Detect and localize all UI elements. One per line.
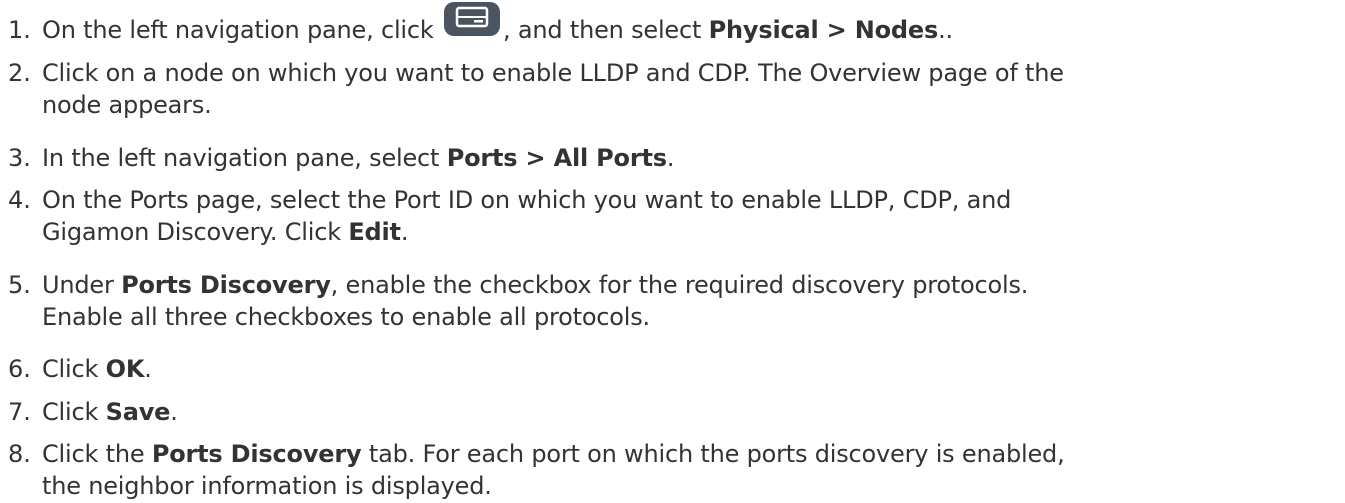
step-text: On the left navigation pane, click , and… bbox=[42, 2, 1342, 46]
step-text-pre: Click the bbox=[42, 440, 152, 468]
step-text: On the Ports page, select the Port ID on… bbox=[42, 184, 1342, 248]
step-text-line2: Gigamon Discovery. Click Edit. bbox=[42, 216, 1342, 248]
step-text-mid: , and then select bbox=[503, 16, 709, 44]
step-text: Click the Ports Discovery tab. For each … bbox=[42, 438, 1342, 502]
step-text-line2: Enable all three checkboxes to enable al… bbox=[42, 303, 650, 331]
step-text: Under Ports Discovery, enable the checkb… bbox=[42, 269, 1342, 333]
step-text-bold: Ports Discovery bbox=[151, 440, 362, 468]
step-number: 4. bbox=[8, 186, 31, 214]
step-text: Click Save. bbox=[42, 396, 1342, 428]
step-text-bold: Edit bbox=[348, 218, 401, 246]
step-text-post: . bbox=[666, 144, 675, 172]
step-number: 6. bbox=[8, 355, 31, 383]
step-text-bold: Save bbox=[105, 398, 171, 426]
step-text-line2: node appears. bbox=[42, 91, 212, 119]
step-text-bold: OK bbox=[105, 355, 145, 383]
step-text-bold: Ports > All Ports bbox=[446, 144, 667, 172]
step-number: 5. bbox=[8, 271, 31, 299]
step-text-pre: Click bbox=[42, 355, 106, 383]
step-text-line2: the neighbor information is displayed. bbox=[42, 472, 492, 500]
server-icon bbox=[443, 2, 501, 44]
step-text-line1: On the Ports page, select the Port ID on… bbox=[42, 186, 1012, 214]
step-text-post: tab. For each port on which the ports di… bbox=[361, 440, 1065, 468]
step-text-pre: On the left navigation pane, click bbox=[42, 16, 434, 44]
server-icon-graphic bbox=[444, 2, 501, 36]
step-text-post: , enable the checkbox for the required d… bbox=[330, 271, 1029, 299]
step-text-pre: Gigamon Discovery. Click bbox=[42, 218, 349, 246]
step-text-pre: In the left navigation pane, select bbox=[42, 144, 447, 172]
step-text: In the left navigation pane, select Port… bbox=[42, 142, 1342, 174]
step-text-line1: Click on a node on which you want to ena… bbox=[42, 59, 1064, 87]
step-text-post: . bbox=[400, 218, 409, 246]
step-number: 7. bbox=[8, 398, 31, 426]
step-text-line1: Click the Ports Discovery tab. For each … bbox=[42, 438, 1342, 470]
step-number: 8. bbox=[8, 440, 31, 468]
step-text-post: . bbox=[170, 398, 178, 426]
step-number: 1. bbox=[8, 16, 31, 44]
step-text-pre: Under bbox=[42, 271, 122, 299]
step-number: 2. bbox=[8, 59, 31, 87]
step-text: Click on a node on which you want to ena… bbox=[42, 57, 1342, 121]
step-text: Click OK. bbox=[42, 353, 1342, 385]
step-text-post: .. bbox=[938, 16, 953, 44]
step-text-post: . bbox=[144, 355, 152, 383]
step-text-pre: Click bbox=[42, 398, 106, 426]
step-text-bold: Ports Discovery bbox=[121, 271, 331, 299]
step-number: 3. bbox=[8, 144, 31, 172]
step-text-bold: Physical > Nodes bbox=[708, 16, 939, 44]
step-text-line1: Under Ports Discovery, enable the checkb… bbox=[42, 269, 1342, 301]
